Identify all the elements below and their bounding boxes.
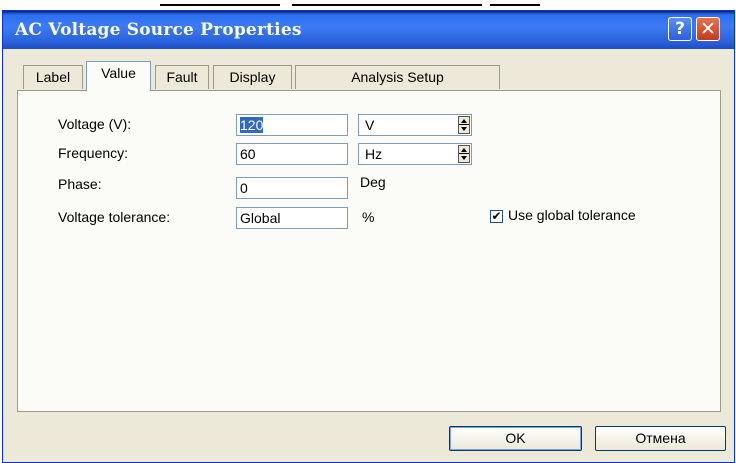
voltage-unit-spinner[interactable] — [458, 116, 470, 134]
tab-display[interactable]: Display — [213, 65, 292, 89]
frequency-unit-spinner[interactable] — [458, 145, 470, 163]
properties-dialog: AC Voltage Source Properties ? ✕ Label V… — [2, 10, 735, 463]
tab-analysis-setup-text: Analysis Setup — [351, 69, 444, 85]
voltage-unit-value: V — [365, 117, 375, 133]
cancel-button-label: Отмена — [635, 430, 686, 446]
tab-label-text: Label — [35, 69, 71, 85]
help-button[interactable]: ? — [668, 17, 692, 41]
phase-value: 0 — [240, 180, 248, 196]
title-bar[interactable]: AC Voltage Source Properties ? ✕ — [3, 11, 734, 49]
checkmark-icon: ✔ — [491, 209, 502, 223]
background-edge-segment — [292, 4, 482, 6]
close-icon: ✕ — [700, 18, 716, 40]
close-button[interactable]: ✕ — [696, 17, 720, 41]
background-edge-segment — [160, 4, 280, 6]
tolerance-value: Global — [240, 210, 281, 226]
phase-label: Phase: — [58, 176, 102, 192]
frequency-unit-select[interactable]: Hz — [358, 143, 472, 165]
frequency-input[interactable]: 60 — [236, 143, 348, 165]
use-global-tolerance-checkbox[interactable]: ✔ — [490, 210, 503, 223]
frequency-unit-value: Hz — [365, 146, 383, 162]
use-global-tolerance-label[interactable]: Use global tolerance — [508, 207, 636, 223]
help-icon: ? — [675, 19, 685, 39]
phase-unit-label: Deg — [360, 174, 386, 190]
frequency-value: 60 — [240, 146, 256, 162]
tab-fault-text: Fault — [166, 69, 198, 85]
background-window-edge — [0, 0, 736, 10]
cancel-button[interactable]: Отмена — [595, 426, 726, 451]
background-edge-segment — [490, 4, 540, 6]
voltage-input[interactable]: 120 — [236, 114, 348, 136]
window-title: AC Voltage Source Properties — [15, 20, 302, 40]
voltage-label: Voltage (V): — [58, 116, 132, 132]
tab-value[interactable]: Value — [86, 61, 151, 91]
phase-input[interactable]: 0 — [236, 177, 348, 199]
voltage-unit-select[interactable]: V — [358, 114, 472, 136]
tolerance-input[interactable]: Global — [236, 207, 348, 229]
frequency-label: Frequency: — [58, 145, 129, 161]
tolerance-unit-label: % — [362, 209, 375, 225]
tab-fault[interactable]: Fault — [155, 65, 209, 89]
voltage-value: 120 — [240, 117, 264, 133]
tab-value-text: Value — [101, 65, 136, 81]
tab-analysis-setup[interactable]: Analysis Setup — [295, 65, 500, 89]
ok-button-label: OK — [505, 430, 526, 446]
tolerance-label: Voltage tolerance: — [58, 209, 171, 225]
value-tab-panel: Voltage (V): 120 V Frequency: 60 Hz Phas… — [17, 90, 721, 412]
tab-display-text: Display — [229, 69, 276, 85]
tab-label[interactable]: Label — [23, 65, 83, 89]
ok-button[interactable]: OK — [449, 426, 582, 451]
